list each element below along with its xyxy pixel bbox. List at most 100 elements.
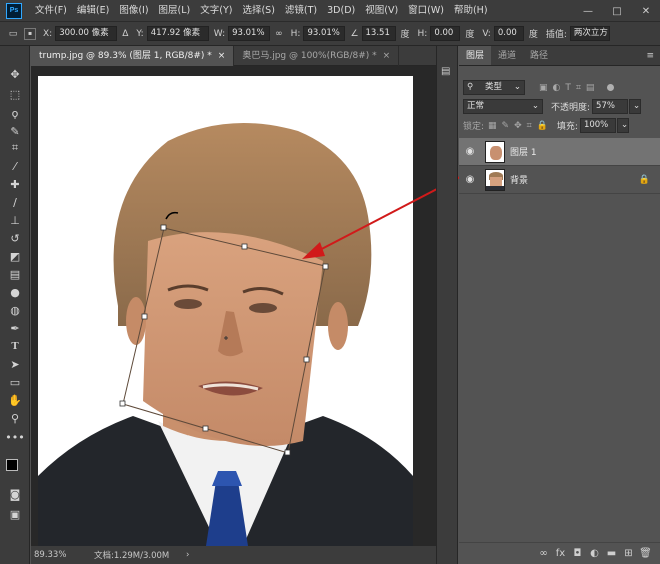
- v-skew-field[interactable]: 0.00: [493, 26, 524, 41]
- y-position-field[interactable]: 417.92 像素: [146, 26, 209, 41]
- rectangle-tool-icon[interactable]: ▭: [6, 374, 24, 390]
- zoom-level[interactable]: 89.33%: [34, 550, 94, 560]
- more-tools-icon[interactable]: •••: [5, 429, 24, 445]
- canvas-area[interactable]: [31, 66, 436, 546]
- foreground-color-swatch[interactable]: [6, 459, 18, 471]
- h-skew-unit: 度: [465, 30, 475, 40]
- history-panel-icon[interactable]: ▤: [441, 66, 450, 77]
- brush-tool-icon[interactable]: ∕: [6, 194, 24, 210]
- width-field[interactable]: 93.01%: [228, 26, 271, 41]
- menu-3d[interactable]: 3D(D): [322, 0, 360, 22]
- blur-tool-icon[interactable]: ●: [6, 284, 24, 300]
- menu-layer[interactable]: 图层(L): [154, 0, 196, 22]
- eyedropper-tool-icon[interactable]: ⁄: [6, 158, 24, 174]
- link-layers-icon[interactable]: ∞: [535, 548, 552, 559]
- close-tab-icon[interactable]: ×: [218, 51, 226, 61]
- tab-channels[interactable]: 通道: [491, 46, 523, 65]
- lasso-tool-icon[interactable]: ϙ: [6, 105, 24, 121]
- chevron-down-icon: ⌄: [531, 101, 539, 111]
- layer-row-1[interactable]: ◉ 图层 1: [459, 138, 660, 166]
- opacity-label: 不透明度:: [551, 103, 591, 113]
- close-tab-icon[interactable]: ×: [383, 51, 391, 61]
- layer-style-icon[interactable]: fx: [552, 548, 569, 559]
- interpolation-select[interactable]: 两次立方: [569, 26, 610, 41]
- menu-type[interactable]: 文字(Y): [195, 0, 237, 22]
- photoshop-window: Ps 文件(F) 编辑(E) 图像(I) 图层(L) 文字(Y) 选择(S) 滤…: [0, 0, 660, 564]
- angle-field[interactable]: 13.51: [361, 26, 396, 41]
- tools-panel: ✥ ⬚ ϙ ✎ ⌗ ⁄ ✚ ∕ ⊥ ↺ ◩ ▤ ● ◍ ✒ T ➤ ▭ ✋ ⚲ …: [0, 46, 30, 564]
- tab-paths[interactable]: 路径: [523, 46, 555, 65]
- history-brush-tool-icon[interactable]: ↺: [6, 230, 24, 246]
- dodge-tool-icon[interactable]: ◍: [6, 302, 24, 318]
- layers-panel: 图层 通道 路径 ≡ ⚲ 类型 ⌄ ▣◐T⌗▤ 正常 ⌄ 不透明度: 57% ⌄…: [459, 46, 660, 564]
- blend-row: 正常 ⌄ 不透明度: 57% ⌄: [459, 99, 660, 114]
- adjustment-layer-icon[interactable]: ◐: [586, 548, 603, 559]
- quick-select-tool-icon[interactable]: ✎: [6, 123, 24, 139]
- marquee-tool-icon[interactable]: ⬚: [6, 86, 24, 102]
- fill-chevron-icon[interactable]: ⌄: [616, 118, 629, 133]
- layer-filter-select[interactable]: ⚲ 类型 ⌄: [463, 80, 525, 95]
- layer-name[interactable]: 图层 1: [510, 145, 537, 158]
- panel-tabs: 图层 通道 路径 ≡: [459, 46, 660, 66]
- delta-icon[interactable]: Δ: [122, 29, 128, 39]
- path-select-tool-icon[interactable]: ➤: [6, 356, 24, 372]
- menu-help[interactable]: 帮助(H): [449, 0, 493, 22]
- quick-mask-icon[interactable]: ◙: [6, 486, 24, 502]
- delete-layer-icon[interactable]: 🗑: [637, 548, 654, 559]
- layers-panel-footer: ∞ fx ◘ ◐ ▬ ⊞ 🗑: [459, 542, 660, 564]
- panel-icon-strip: ▤: [436, 46, 458, 564]
- eraser-tool-icon[interactable]: ◩: [6, 248, 24, 264]
- w-label: W:: [213, 28, 226, 39]
- new-group-icon[interactable]: ▬: [603, 548, 620, 559]
- add-mask-icon[interactable]: ◘: [569, 548, 586, 559]
- menu-image[interactable]: 图像(I): [114, 0, 153, 22]
- close-window-button[interactable]: ✕: [632, 0, 660, 22]
- panel-menu-icon[interactable]: ≡: [646, 46, 654, 66]
- visibility-eye-icon[interactable]: ◉: [459, 174, 481, 185]
- gradient-tool-icon[interactable]: ▤: [6, 266, 24, 282]
- type-tool-icon[interactable]: T: [6, 338, 24, 354]
- menu-window[interactable]: 窗口(W): [403, 0, 449, 22]
- tab-obama[interactable]: 奥巴马.jpg @ 100%(RGB/8#) * ×: [234, 46, 400, 66]
- lock-row: 锁定: ▦✎✥⌗🔒 填充: 100% ⌄: [459, 118, 660, 133]
- blend-mode-value: 正常: [467, 101, 485, 111]
- menu-edit[interactable]: 编辑(E): [72, 0, 114, 22]
- menu-file[interactable]: 文件(F): [30, 0, 72, 22]
- menu-filter[interactable]: 滤镜(T): [280, 0, 322, 22]
- status-menu-icon[interactable]: ›: [186, 550, 189, 560]
- photoshop-logo-icon: Ps: [6, 2, 22, 19]
- document-canvas[interactable]: [38, 76, 413, 546]
- visibility-eye-icon[interactable]: ◉: [459, 146, 481, 157]
- menu-view[interactable]: 视图(V): [360, 0, 403, 22]
- opacity-field[interactable]: 57%: [592, 99, 629, 114]
- lock-icons[interactable]: ▦✎✥⌗🔒: [488, 121, 553, 131]
- opacity-chevron-icon[interactable]: ⌄: [629, 99, 642, 114]
- crop-tool-icon[interactable]: ⌗: [6, 140, 24, 156]
- layer-name[interactable]: 背景: [510, 173, 528, 186]
- move-tool-icon[interactable]: ✥: [6, 66, 24, 82]
- maximize-button[interactable]: □: [603, 0, 631, 22]
- menu-select[interactable]: 选择(S): [237, 0, 279, 22]
- tab-layers[interactable]: 图层: [459, 46, 492, 65]
- hand-tool-icon[interactable]: ✋: [6, 392, 24, 408]
- tab-trump[interactable]: trump.jpg @ 89.3% (图层 1, RGB/8#) * ×: [31, 46, 235, 66]
- healing-brush-tool-icon[interactable]: ✚: [6, 176, 24, 192]
- link-icon[interactable]: ∞: [275, 29, 283, 39]
- layer-thumbnail: [485, 140, 505, 163]
- blend-mode-select[interactable]: 正常 ⌄: [463, 99, 543, 114]
- new-layer-icon[interactable]: ⊞: [620, 548, 637, 559]
- filter-toggle-icon[interactable]: [607, 84, 615, 91]
- reference-point-icon[interactable]: ▪: [24, 27, 36, 40]
- filter-icons[interactable]: ▣◐T⌗▤: [539, 83, 599, 93]
- h-skew-field[interactable]: 0.00: [430, 26, 461, 41]
- height-field[interactable]: 93.01%: [303, 26, 346, 41]
- screen-mode-icon[interactable]: ▣: [6, 506, 24, 522]
- layer-row-background[interactable]: ◉ 背景 🔒: [459, 166, 660, 194]
- minimize-button[interactable]: —: [574, 0, 602, 22]
- x-position-field[interactable]: 300.00 像素: [55, 26, 118, 41]
- zoom-tool-icon[interactable]: ⚲: [6, 410, 24, 426]
- fill-field[interactable]: 100%: [579, 118, 616, 133]
- lock-icon[interactable]: 🔒: [639, 175, 650, 185]
- clone-stamp-tool-icon[interactable]: ⊥: [6, 212, 24, 228]
- pen-tool-icon[interactable]: ✒: [6, 320, 24, 336]
